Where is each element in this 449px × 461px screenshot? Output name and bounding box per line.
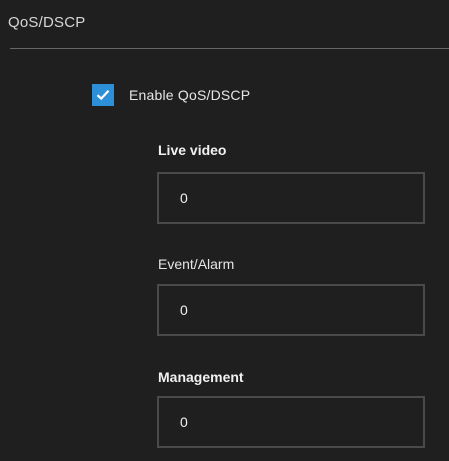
management-input[interactable] [157, 396, 425, 448]
checkmark-icon [96, 90, 110, 101]
enable-qos-dscp-label: Enable QoS/DSCP [129, 87, 251, 103]
enable-qos-dscp-checkbox[interactable] [92, 84, 114, 106]
live-video-label: Live video [158, 142, 227, 158]
event-alarm-input[interactable] [157, 284, 425, 336]
management-label: Management [158, 369, 244, 385]
event-alarm-label: Event/Alarm [158, 256, 235, 272]
panel-title: QoS/DSCP [8, 14, 86, 31]
live-video-input[interactable] [157, 172, 425, 224]
qos-dscp-panel: QoS/DSCP Enable QoS/DSCP Live video Even… [0, 0, 449, 461]
title-divider [10, 48, 449, 49]
enable-qos-dscp-row[interactable]: Enable QoS/DSCP [92, 83, 250, 107]
